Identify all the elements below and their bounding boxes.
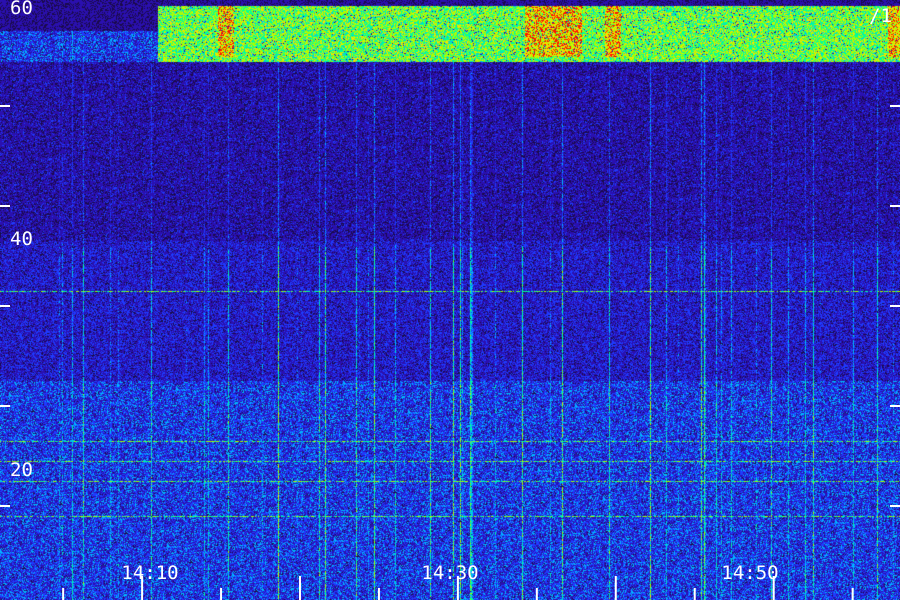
spectrogram-heatmap — [0, 0, 900, 600]
corner-label: /1 — [869, 5, 892, 27]
y-tick-label-60: 60 — [10, 0, 33, 19]
spectrogram-chart: 60 40 20 14:10 14:30 14:50 /1 — [0, 0, 900, 600]
x-tick-label-1410: 14:10 — [121, 562, 178, 584]
y-tick-label-40: 40 — [10, 228, 33, 250]
x-tick-label-1430: 14:30 — [421, 562, 478, 584]
y-tick-label-20: 20 — [10, 459, 33, 481]
x-tick-label-1450: 14:50 — [721, 562, 778, 584]
spectrogram-raster — [0, 0, 900, 600]
